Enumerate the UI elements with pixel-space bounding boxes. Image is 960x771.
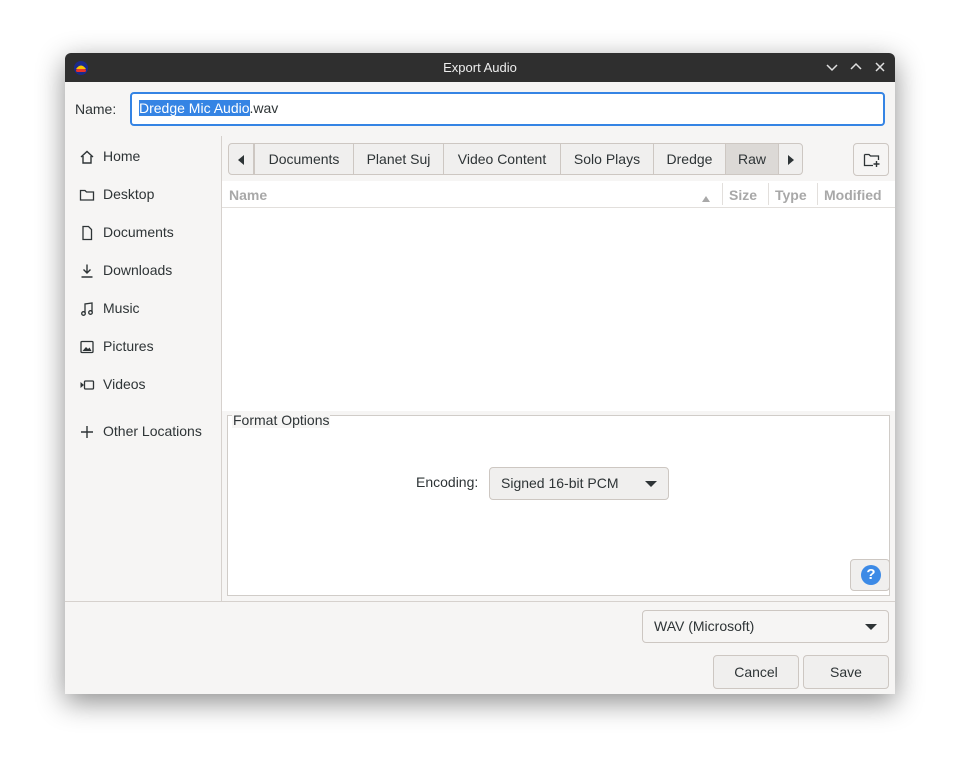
sidebar-item-label: Desktop (103, 186, 155, 202)
name-row: Name: Dredge Mic Audio.wav (65, 82, 895, 136)
new-folder-icon (863, 153, 880, 167)
sidebar-item-other-locations[interactable]: Other Locations (65, 415, 221, 449)
maximize-icon[interactable] (848, 59, 864, 75)
sidebar-item-downloads[interactable]: Downloads (65, 254, 221, 288)
encoding-value: Signed 16-bit PCM (501, 475, 619, 491)
path-scroll-right-button[interactable] (778, 143, 803, 175)
export-audio-dialog: Export Audio Name: Dredge Mic Audio.wav … (65, 53, 895, 694)
sidebar-item-label: Home (103, 148, 141, 164)
sidebar-item-desktop[interactable]: Desktop (65, 178, 221, 212)
window-title: Export Audio (443, 60, 517, 75)
format-options-title: Format Options (232, 412, 331, 428)
cancel-button[interactable]: Cancel (713, 655, 799, 689)
filename-extension: .wav (249, 100, 279, 116)
help-icon: ? (861, 565, 881, 585)
sort-ascending-icon (701, 190, 711, 206)
dialog-footer: WAV (Microsoft) Cancel Save (65, 601, 895, 694)
sidebar-item-home[interactable]: Home (65, 140, 221, 174)
minimize-icon[interactable] (824, 59, 840, 75)
music-icon (79, 301, 95, 317)
create-folder-button[interactable] (853, 143, 889, 176)
format-options-panel: Format Options Encoding: Signed 16-bit P… (222, 411, 895, 601)
sidebar-item-label: Downloads (103, 262, 173, 278)
sidebar-item-label: Pictures (103, 338, 154, 354)
sidebar-item-label: Documents (103, 224, 174, 240)
encoding-dropdown[interactable]: Signed 16-bit PCM (489, 467, 669, 500)
format-options-frame: Format Options Encoding: Signed 16-bit P… (227, 412, 890, 596)
help-button[interactable]: ? (850, 559, 890, 591)
file-format-value: WAV (Microsoft) (654, 618, 755, 634)
video-icon (79, 377, 95, 393)
column-name[interactable]: Name (229, 187, 267, 203)
file-list-header: Name Size Type Modified (222, 181, 895, 208)
arrow-right-icon (787, 155, 794, 165)
encoding-label: Encoding: (416, 474, 479, 490)
path-segment-documents[interactable]: Documents (254, 143, 354, 175)
home-icon (79, 149, 95, 165)
sidebar-item-music[interactable]: Music (65, 292, 221, 326)
path-segment-solo-plays[interactable]: Solo Plays (560, 143, 654, 175)
column-size[interactable]: Size (729, 187, 757, 203)
column-separator (768, 183, 769, 205)
close-icon[interactable] (872, 59, 888, 75)
name-label: Name: (75, 101, 117, 117)
path-segment-raw[interactable]: Raw (725, 143, 779, 175)
document-icon (79, 225, 95, 241)
folder-icon (79, 187, 95, 203)
save-button[interactable]: Save (803, 655, 889, 689)
places-sidebar: Home Desktop Documents Downloads Music P… (65, 136, 222, 601)
title-bar: Export Audio (65, 53, 895, 82)
column-type[interactable]: Type (775, 187, 807, 203)
file-list[interactable]: Name Size Type Modified (222, 181, 895, 411)
sidebar-item-pictures[interactable]: Pictures (65, 330, 221, 364)
chevron-down-icon (865, 624, 877, 630)
plus-icon (79, 424, 95, 440)
filename-selected-text: Dredge Mic Audio (139, 100, 250, 116)
path-segment-planet-suj[interactable]: Planet Suj (353, 143, 444, 175)
filename-input[interactable]: Dredge Mic Audio.wav (130, 92, 885, 126)
path-scroll-left-button[interactable] (228, 143, 254, 175)
sidebar-item-documents[interactable]: Documents (65, 216, 221, 250)
sidebar-item-label: Other Locations (103, 423, 202, 439)
download-icon (79, 263, 95, 279)
column-separator (817, 183, 818, 205)
sidebar-item-label: Videos (103, 376, 146, 392)
path-segment-video-content[interactable]: Video Content (443, 143, 561, 175)
file-format-dropdown[interactable]: WAV (Microsoft) (642, 610, 889, 643)
column-separator (722, 183, 723, 205)
chevron-down-icon (645, 481, 657, 487)
sidebar-item-videos[interactable]: Videos (65, 368, 221, 402)
arrow-left-icon (238, 155, 244, 165)
sidebar-item-label: Music (103, 300, 140, 316)
path-segment-dredge[interactable]: Dredge (653, 143, 726, 175)
picture-icon (79, 339, 95, 355)
column-modified[interactable]: Modified (824, 187, 882, 203)
